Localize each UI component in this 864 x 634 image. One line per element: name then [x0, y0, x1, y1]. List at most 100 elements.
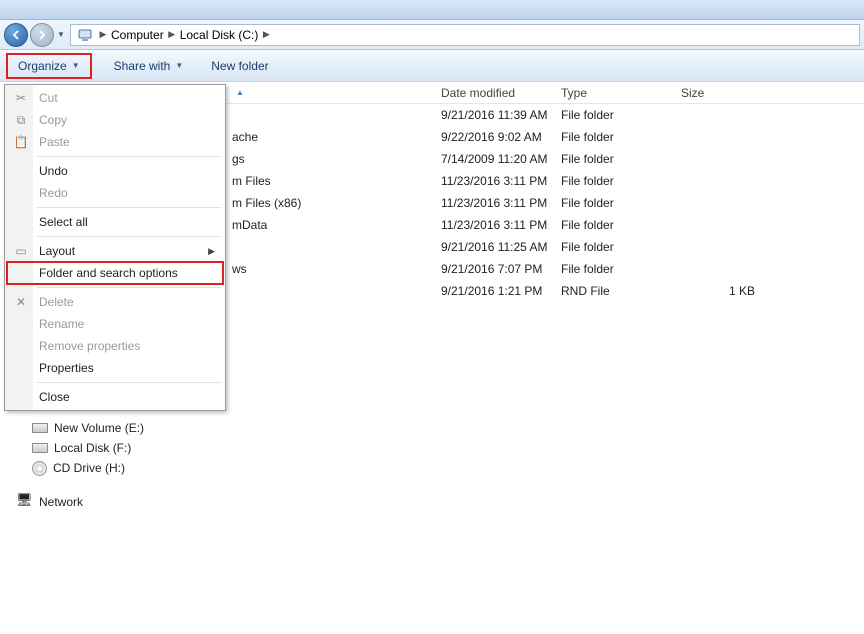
file-date: 9/21/2016 1:21 PM: [435, 284, 555, 298]
tree-item-drive[interactable]: New Volume (E:): [10, 418, 170, 438]
file-type: File folder: [555, 108, 675, 122]
menu-rename[interactable]: Rename: [7, 313, 223, 335]
menu-label: Paste: [39, 135, 70, 149]
file-name-tail: ws: [232, 262, 247, 276]
file-date: 11/23/2016 3:11 PM: [435, 218, 555, 232]
menu-label: Folder and search options: [39, 266, 178, 280]
nav-bar: ▼ ▶ Computer ▶ Local Disk (C:) ▶: [0, 20, 864, 50]
computer-icon: [77, 27, 93, 43]
file-date: 7/14/2009 11:20 AM: [435, 152, 555, 166]
menu-label: Layout: [39, 244, 75, 258]
menu-close[interactable]: Close: [7, 386, 223, 408]
organize-menu: ✂Cut ⧉Copy 📋Paste Undo Redo Select all ▭…: [4, 84, 226, 411]
menu-label: Close: [39, 390, 70, 404]
file-size: 1 KB: [675, 284, 755, 298]
file-type: File folder: [555, 130, 675, 144]
new-folder-button[interactable]: New folder: [205, 56, 274, 76]
file-row[interactable]: mData11/23/2016 3:11 PMFile folder: [170, 214, 864, 236]
file-date: 11/23/2016 3:11 PM: [435, 174, 555, 188]
tree-item-drive[interactable]: Local Disk (F:): [10, 438, 170, 458]
menu-label: Select all: [39, 215, 88, 229]
menu-label: Remove properties: [39, 339, 140, 353]
menu-label: Redo: [39, 186, 68, 200]
menu-separator: [37, 236, 221, 237]
chevron-right-icon[interactable]: ▶: [260, 29, 272, 40]
file-type: File folder: [555, 240, 675, 254]
network-icon: [18, 495, 33, 510]
highlight-organize: Organize ▼: [6, 53, 92, 79]
menu-label: Rename: [39, 317, 84, 331]
chevron-right-icon[interactable]: ▶: [166, 29, 178, 40]
menu-delete[interactable]: ✕ Delete: [7, 291, 223, 313]
drive-icon: [32, 423, 48, 433]
breadcrumb-computer[interactable]: Computer: [109, 25, 166, 45]
file-date: 11/23/2016 3:11 PM: [435, 196, 555, 210]
menu-redo[interactable]: Redo: [7, 182, 223, 204]
file-date: 9/22/2016 9:02 AM: [435, 130, 555, 144]
file-date: 9/21/2016 7:07 PM: [435, 262, 555, 276]
file-name-tail: ache: [232, 130, 258, 144]
menu-label: Cut: [39, 91, 58, 105]
file-row[interactable]: 9/21/2016 11:39 AMFile folder: [170, 104, 864, 126]
file-type: RND File: [555, 284, 675, 298]
column-date[interactable]: Date modified: [435, 86, 555, 100]
tree-item-label: New Volume (E:): [54, 421, 144, 435]
forward-button[interactable]: [30, 23, 54, 47]
tree-item-cd-drive[interactable]: CD Drive (H:): [10, 458, 170, 478]
submenu-arrow-icon: ▶: [208, 246, 215, 257]
menu-select-all[interactable]: Select all: [7, 211, 223, 233]
share-with-button[interactable]: Share with ▼: [108, 56, 190, 76]
file-date: 9/21/2016 11:39 AM: [435, 108, 555, 122]
menu-separator: [37, 207, 221, 208]
menu-remove-properties[interactable]: Remove properties: [7, 335, 223, 357]
menu-separator: [37, 287, 221, 288]
file-list-pane: ▲ Date modified Type Size 9/21/2016 11:3…: [170, 82, 864, 634]
caret-down-icon: ▼: [175, 61, 183, 70]
back-button[interactable]: [4, 23, 28, 47]
breadcrumb-local-disk-c[interactable]: Local Disk (C:): [178, 25, 261, 45]
menu-properties[interactable]: Properties: [7, 357, 223, 379]
tree-item-label: CD Drive (H:): [53, 461, 125, 475]
menu-label: Delete: [39, 295, 74, 309]
file-type: File folder: [555, 196, 675, 210]
file-row[interactable]: 9/21/2016 1:21 PMRND File1 KB: [170, 280, 864, 302]
file-row[interactable]: ache 9/22/2016 9:02 AMFile folder: [170, 126, 864, 148]
menu-folder-and-search-options[interactable]: Folder and search options: [7, 262, 223, 284]
menu-cut[interactable]: ✂Cut: [7, 87, 223, 109]
organize-label: Organize: [18, 59, 67, 73]
menu-label: Properties: [39, 361, 94, 375]
file-rows: 9/21/2016 11:39 AMFile folderache9/22/20…: [170, 104, 864, 302]
menu-separator: [37, 156, 221, 157]
paste-icon: 📋: [13, 134, 29, 150]
tree-item-network[interactable]: Network: [10, 492, 170, 512]
chevron-right-icon[interactable]: ▶: [97, 29, 109, 40]
file-row[interactable]: ws 9/21/2016 7:07 PMFile folder: [170, 258, 864, 280]
file-type: File folder: [555, 262, 675, 276]
drive-icon: [32, 443, 48, 453]
column-type[interactable]: Type: [555, 86, 675, 100]
organize-button[interactable]: Organize ▼: [12, 56, 86, 76]
menu-paste[interactable]: 📋 Paste: [7, 131, 223, 153]
address-bar[interactable]: ▶ Computer ▶ Local Disk (C:) ▶: [70, 24, 860, 46]
file-row[interactable]: gs 7/14/2009 11:20 AMFile folder: [170, 148, 864, 170]
file-type: File folder: [555, 152, 675, 166]
file-name-tail: gs: [232, 152, 245, 166]
window-titlebar: [0, 0, 864, 20]
tree-item-label: Network: [39, 495, 83, 509]
new-folder-label: New folder: [211, 59, 268, 73]
column-headers: ▲ Date modified Type Size: [170, 82, 864, 104]
file-type: File folder: [555, 218, 675, 232]
copy-icon: ⧉: [13, 112, 29, 128]
menu-undo[interactable]: Undo: [7, 160, 223, 182]
menu-label: Copy: [39, 113, 67, 127]
delete-icon: ✕: [13, 294, 29, 310]
file-row[interactable]: m Files (x86)11/23/2016 3:11 PMFile fold…: [170, 192, 864, 214]
history-dropdown[interactable]: ▼: [56, 23, 66, 47]
menu-label: Undo: [39, 164, 68, 178]
file-name-tail: m Files: [232, 174, 271, 188]
menu-copy[interactable]: ⧉ Copy: [7, 109, 223, 131]
file-row[interactable]: 9/21/2016 11:25 AMFile folder: [170, 236, 864, 258]
column-size[interactable]: Size: [675, 86, 755, 100]
file-row[interactable]: m Files11/23/2016 3:11 PMFile folder: [170, 170, 864, 192]
menu-layout[interactable]: ▭Layout▶: [7, 240, 223, 262]
